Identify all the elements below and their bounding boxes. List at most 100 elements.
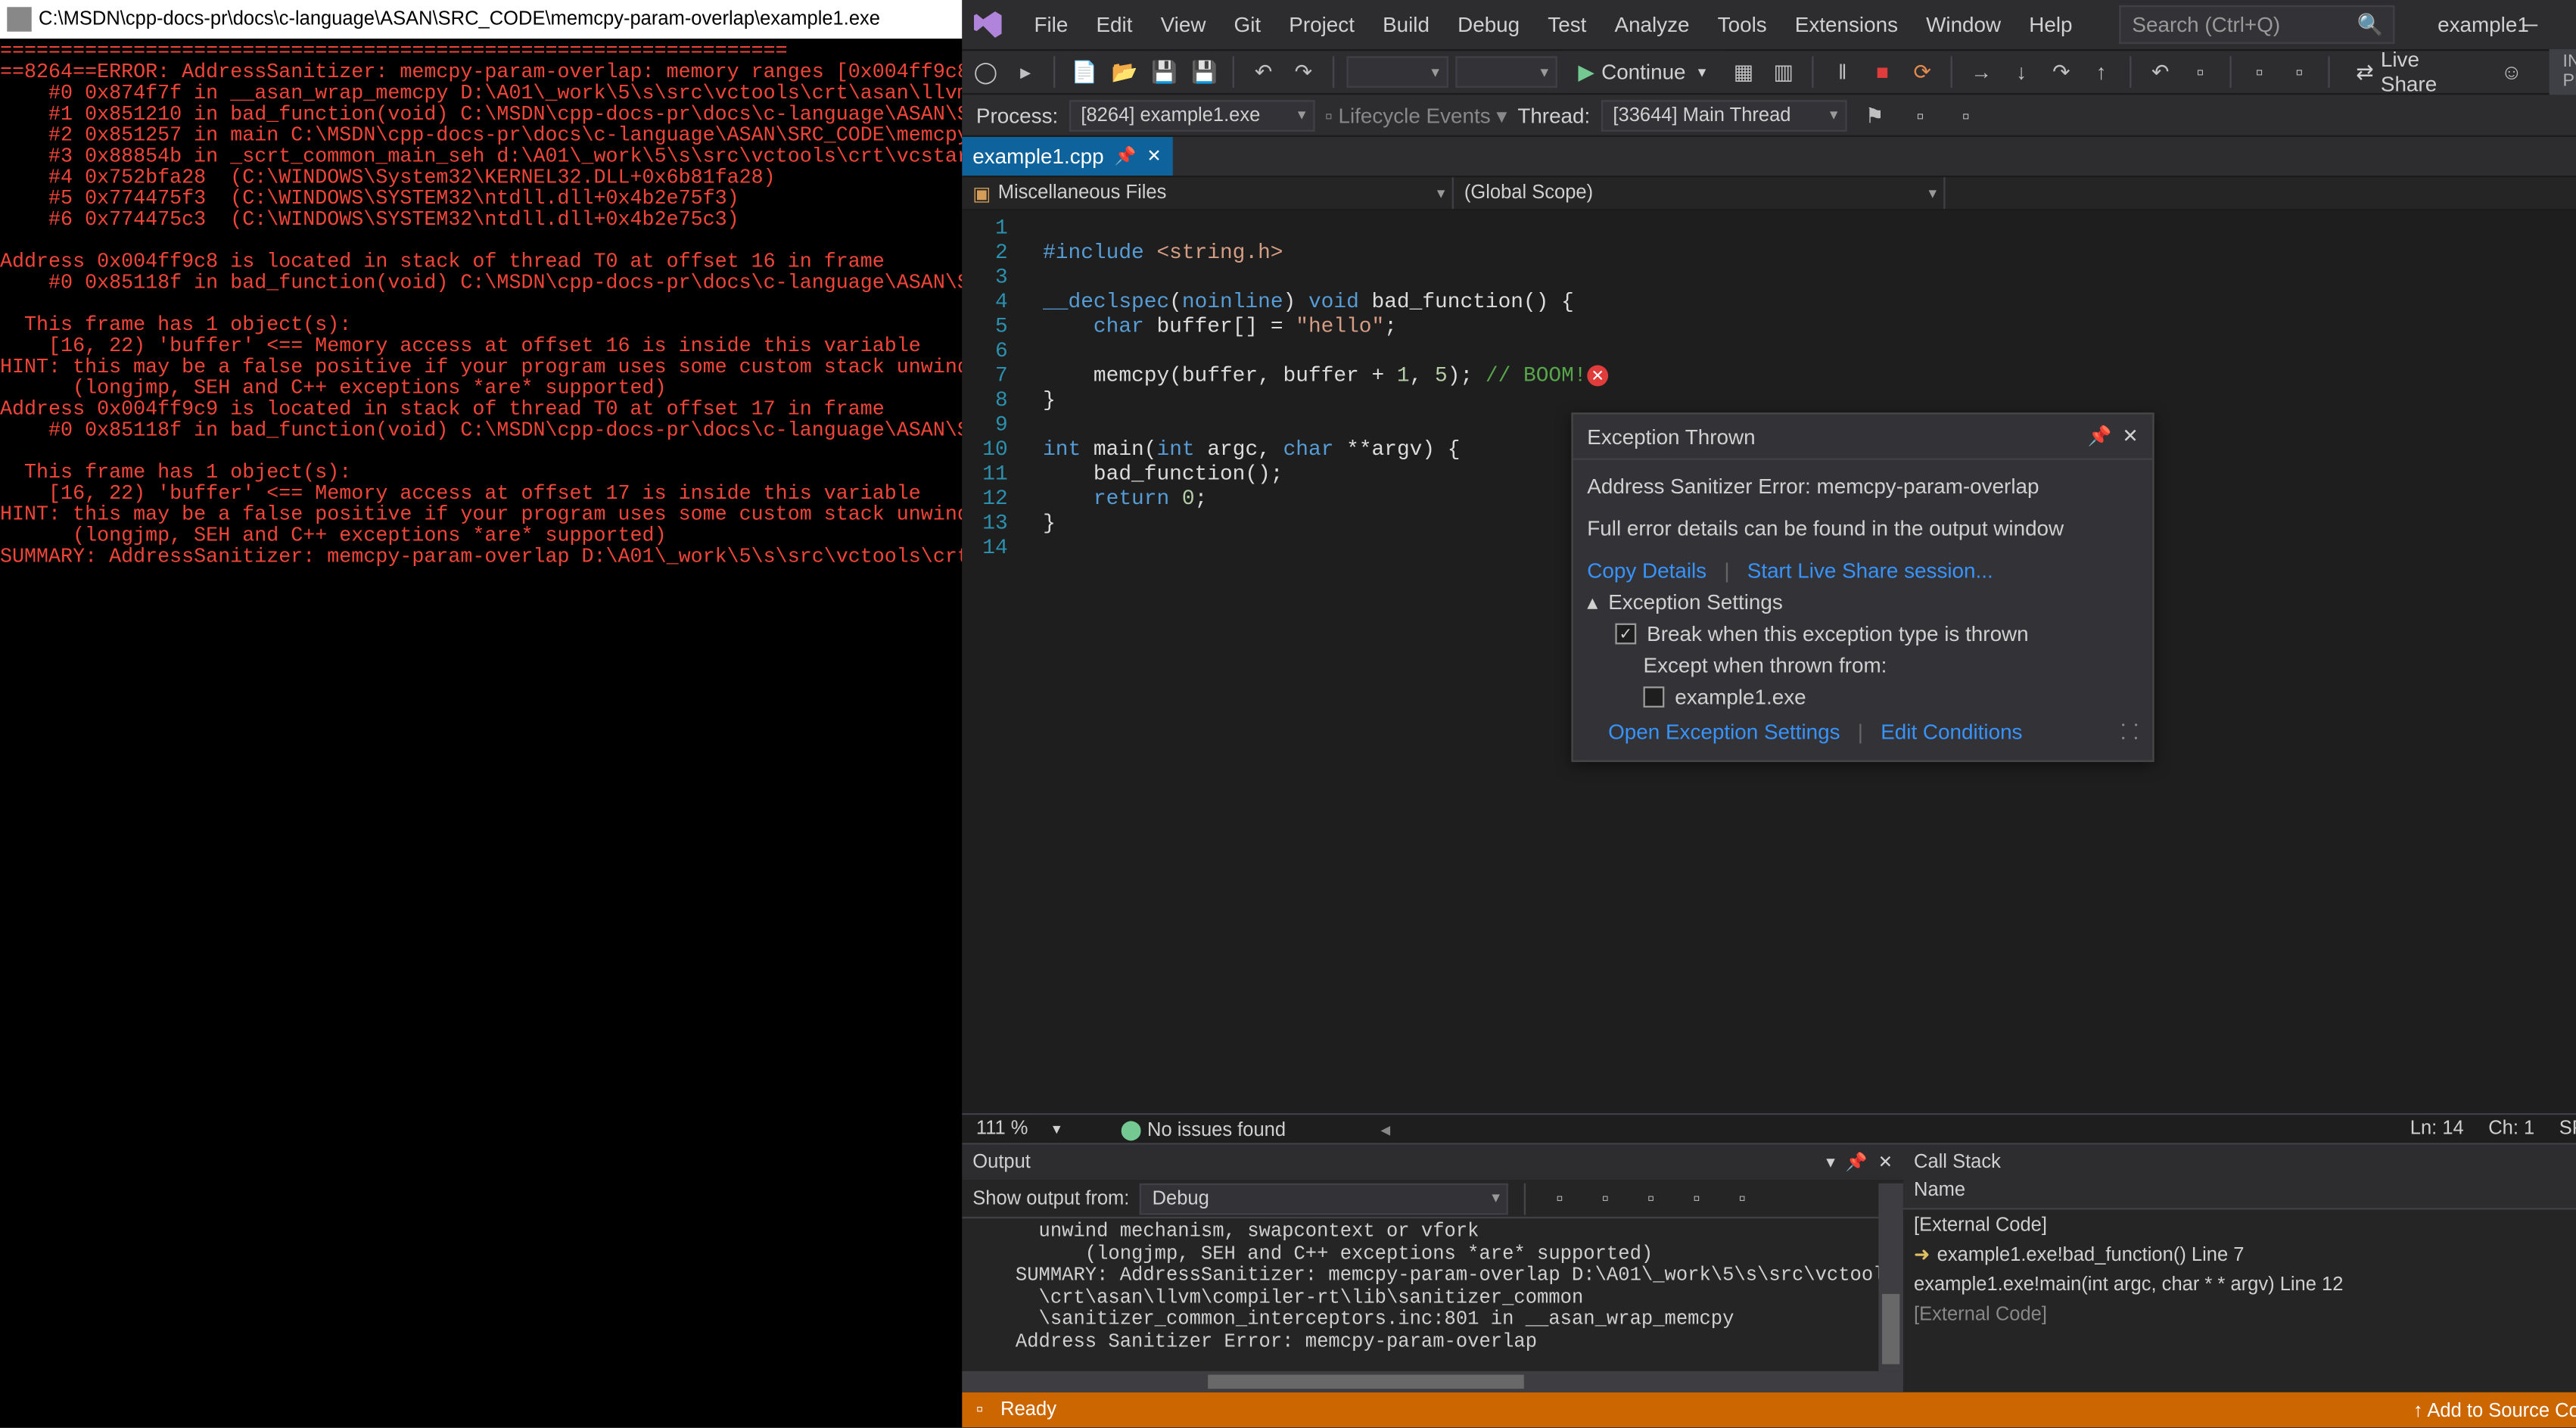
step-into-icon[interactable]: ↓ (2005, 54, 2037, 89)
tool-icon-3[interactable]: ↶ (2144, 54, 2176, 89)
edit-conditions-link[interactable]: Edit Conditions (1881, 719, 2022, 743)
nav-project-dropdown[interactable]: ▣ Miscellaneous Files (962, 177, 1454, 209)
output-source-dropdown[interactable]: Debug (1140, 1183, 1508, 1215)
tool-icon-2[interactable]: ▥ (1767, 54, 1800, 89)
popup-close-icon[interactable]: ✕ (2122, 425, 2138, 447)
code-editor[interactable]: 1 2 3 4 5 6 7 8 9 10 11 12 13 14 #includ… (962, 210, 2576, 1112)
add-source-control[interactable]: ↑ Add to Source Control ▴ (2413, 1398, 2576, 1421)
callstack-row[interactable]: [External Code] (1903, 1209, 2576, 1239)
popup-pin-icon[interactable]: 📌 (2088, 425, 2112, 447)
output-clear-icon[interactable]: ▫ (1725, 1181, 1759, 1215)
output-close-icon[interactable]: ✕ (1878, 1153, 1893, 1172)
output-text: unwind mechanism, swapcontext or vfork (… (962, 1218, 1903, 1392)
spaces-indicator[interactable]: SPC (2559, 1118, 2576, 1140)
menu-edit[interactable]: Edit (1084, 5, 1144, 44)
zoom-level[interactable]: 111 % (976, 1118, 1028, 1140)
issues-label[interactable]: No issues found (1147, 1119, 1286, 1140)
start-liveshare-link[interactable]: Start Live Share session... (1747, 558, 1993, 583)
live-share-button[interactable]: ⇄ Live Share (2342, 48, 2485, 97)
open-exception-settings-link[interactable]: Open Exception Settings (1608, 719, 1840, 743)
pin-icon[interactable]: 📌 (1115, 147, 1137, 166)
menu-extensions[interactable]: Extensions (1783, 5, 1911, 44)
search-input[interactable]: Search (Ctrl+Q) 🔍 (2120, 5, 2395, 44)
menu-help[interactable]: Help (2017, 5, 2085, 44)
document-tab[interactable]: example1.cpp 📌 ✕ (962, 137, 1171, 176)
exception-settings-expander[interactable]: ▴ Exception Settings (1573, 586, 2153, 618)
tool-icon-4[interactable]: ▫ (2184, 54, 2217, 89)
menu-file[interactable]: File (1022, 5, 1080, 44)
platform-dropdown[interactable] (1455, 56, 1557, 88)
error-indicator-icon[interactable]: ✕ (1587, 366, 1608, 387)
process-label: Process: (976, 103, 1058, 127)
menu-tools[interactable]: Tools (1705, 5, 1778, 44)
new-file-icon[interactable]: 📄 (1069, 54, 1101, 89)
collapse-icon: ▴ (1587, 590, 1598, 614)
vs-logo-icon (972, 9, 1004, 41)
menu-test[interactable]: Test (1535, 5, 1599, 44)
menu-window[interactable]: Window (1914, 5, 2014, 44)
output-tool-4[interactable]: ▫ (1679, 1181, 1714, 1215)
callstack-row[interactable]: example1.exe!main(int argc, char * * arg… (1903, 1269, 2576, 1299)
lifecycle-label[interactable]: Lifecycle Events (1338, 103, 1490, 127)
menu-analyze[interactable]: Analyze (1602, 5, 1702, 44)
exception-title: Exception Thrown (1587, 424, 1755, 448)
tool-icon-1[interactable]: ▦ (1727, 54, 1759, 89)
menu-git[interactable]: Git (1221, 5, 1273, 44)
redo-icon[interactable]: ↷ (1287, 54, 1320, 89)
process-dropdown[interactable]: [8264] example1.exe (1069, 99, 1314, 131)
pause-icon[interactable]: ‖ (1826, 54, 1859, 89)
tool-icon-5[interactable]: ▫ (2243, 54, 2276, 89)
char-indicator[interactable]: Ch: 1 (2488, 1118, 2534, 1140)
callstack-row[interactable]: [External Code] (1903, 1299, 2576, 1329)
continue-button[interactable]: ▶ Continue▾ (1564, 53, 1720, 92)
callstack-name-header[interactable]: Name (1903, 1180, 2576, 1208)
output-tool-2[interactable]: ▫ (1588, 1181, 1622, 1215)
step-out-icon[interactable]: ↑ (2085, 54, 2117, 89)
output-dropdown-icon[interactable]: ▾ (1826, 1153, 1835, 1172)
config-dropdown[interactable] (1346, 56, 1448, 88)
exception-popup: Exception Thrown 📌 ✕ Address Sanitizer E… (1571, 412, 2154, 762)
nav-back-icon[interactable]: ◯ (969, 54, 1002, 89)
output-pin-icon[interactable]: 📌 (1846, 1153, 1868, 1172)
close-tab-icon[interactable]: ✕ (1146, 147, 1161, 166)
stop-icon[interactable]: ■ (1866, 54, 1899, 89)
line-indicator[interactable]: Ln: 14 (2410, 1118, 2464, 1140)
break-checkbox[interactable] (1615, 624, 1636, 645)
callstack-row-current[interactable]: ➜ example1.exe!bad_function() Line 7C++ (1903, 1240, 2576, 1269)
step-over-icon[interactable]: ↷ (2045, 54, 2077, 89)
undo-icon[interactable]: ↶ (1247, 54, 1280, 89)
exe-checkbox[interactable] (1644, 686, 1665, 708)
issues-ok-icon: ⬤ (1120, 1119, 1142, 1140)
thread-dropdown[interactable]: [33644] Main Thread (1601, 99, 1846, 131)
output-panel-title: Output (972, 1152, 1031, 1173)
save-icon[interactable]: 💾 (1148, 54, 1181, 89)
save-all-icon[interactable]: 💾 (1188, 54, 1221, 89)
show-next-icon[interactable]: → (1965, 54, 1998, 89)
debug-location-toolbar: Process: [8264] example1.exe ▫ Lifecycle… (962, 95, 2576, 137)
exception-message: Address Sanitizer Error: memcpy-param-ov… (1587, 474, 2138, 498)
thread-icon[interactable]: ▫ (1949, 98, 1983, 132)
flag-icon[interactable]: ⚑ (1857, 98, 1892, 132)
window-minimize[interactable]: ─ (2498, 0, 2562, 49)
nav-member-dropdown[interactable] (1946, 177, 2576, 209)
menu-view[interactable]: View (1148, 5, 1218, 44)
resize-grip-icon[interactable]: ⸬ (2121, 717, 2139, 746)
thread-label: Thread: (1517, 103, 1590, 127)
menu-debug[interactable]: Debug (1445, 5, 1532, 44)
except-label: Except when thrown from: (1644, 653, 1887, 677)
window-maximize[interactable]: ☐ (2562, 0, 2576, 49)
nav-fwd-icon[interactable]: ▸ (1009, 54, 1041, 89)
nav-scope-dropdown[interactable]: (Global Scope) (1454, 177, 1946, 209)
output-tool-3[interactable]: ▫ (1633, 1181, 1668, 1215)
output-vscroll[interactable] (1879, 1184, 1903, 1371)
output-hscroll[interactable] (962, 1371, 1903, 1392)
menu-project[interactable]: Project (1277, 5, 1367, 44)
stack-frame-icon[interactable]: ▫ (1902, 98, 1937, 132)
tool-icon-6[interactable]: ▫ (2283, 54, 2316, 89)
copy-details-link[interactable]: Copy Details (1587, 558, 1706, 583)
open-icon[interactable]: 📂 (1108, 54, 1140, 89)
restart-icon[interactable]: ⟳ (1906, 54, 1939, 89)
menu-build[interactable]: Build (1370, 5, 1442, 44)
feedback-icon[interactable]: ☺ (2496, 54, 2528, 89)
output-tool-1[interactable]: ▫ (1542, 1181, 1577, 1215)
